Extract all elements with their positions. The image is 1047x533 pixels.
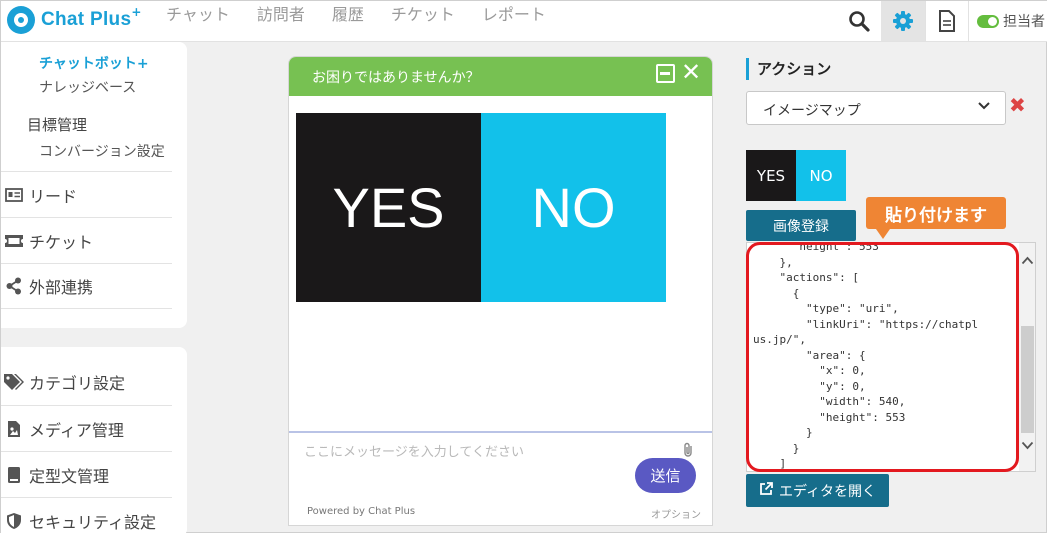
action-type-select[interactable]: イメージマップ — [746, 91, 1006, 125]
editor-scrollbar[interactable] — [1019, 243, 1035, 471]
chat-plus-logo-icon — [7, 6, 35, 34]
search-button[interactable] — [837, 1, 881, 41]
sidebar-item-label: 外部連携 — [29, 278, 94, 297]
imagemap-yes-area[interactable]: YES — [296, 113, 481, 302]
thumbnail-no: NO — [796, 150, 846, 201]
image-register-button[interactable]: 画像登録 — [746, 210, 856, 241]
sidebar-item-knowledge-base[interactable]: ナレッジベース — [39, 77, 136, 97]
scroll-thumb[interactable] — [1021, 326, 1034, 433]
json-editor[interactable]: "height": 553 }, "actions": [ { "type": … — [746, 242, 1036, 472]
widget-header: お困りではありませんか？ ✕ — [289, 57, 712, 96]
chevron-down-icon — [977, 97, 991, 116]
widget-title: お困りではありませんか？ — [312, 70, 480, 86]
lead-icon — [1, 187, 27, 202]
logo-plus: + — [131, 5, 142, 19]
image-thumbnail: YES NO — [746, 150, 846, 201]
option-link[interactable]: オプション — [651, 506, 701, 521]
nav-reports[interactable]: レポート — [482, 1, 546, 41]
chevron-down-icon[interactable] — [1021, 439, 1034, 453]
nav-visitors[interactable]: 訪問者 — [257, 1, 305, 41]
nav-chat[interactable]: チャット — [166, 1, 230, 41]
sidebar-item-label: セキュリティ設定 — [29, 512, 157, 532]
paste-callout: 貼り付けます — [866, 197, 1006, 239]
sidebar-item-security[interactable]: セキュリティ設定 — [1, 497, 172, 533]
book-icon — [1, 466, 27, 484]
select-value: イメージマップ — [763, 103, 861, 119]
sidebar-item-category-settings[interactable]: カテゴリ設定 — [1, 359, 172, 405]
minimize-icon[interactable] — [656, 64, 675, 83]
open-editor-label: エディタを開く — [778, 483, 877, 500]
shield-icon — [1, 512, 27, 530]
ticket-icon — [1, 234, 27, 248]
imagemap-message[interactable]: YES NO — [296, 113, 666, 302]
document-button[interactable] — [925, 1, 969, 41]
toggle-label: 担当者 — [1003, 14, 1045, 30]
editor-code[interactable]: "height": 553 }, "actions": [ { "type": … — [753, 243, 978, 471]
logo-text: Chat Plus — [41, 9, 132, 30]
logo[interactable]: Chat Plus + — [7, 5, 142, 34]
main-nav: チャット 訪問者 履歴 チケット レポート — [166, 1, 573, 41]
action-title: アクション — [746, 58, 831, 80]
sidebar-item-label: チケット — [29, 232, 94, 252]
send-button[interactable]: 送信 — [635, 458, 696, 493]
widget-messages: YES NO — [289, 96, 712, 430]
chevron-up-icon[interactable] — [1021, 254, 1034, 268]
nav-history[interactable]: 履歴 — [332, 1, 364, 41]
sidebar-item-label: 定型文管理 — [29, 466, 110, 486]
sidebar-item-chatbot-plus[interactable]: チャットボット+ — [39, 53, 149, 73]
gear-icon — [893, 11, 913, 31]
sidebar-item-media[interactable]: メディア管理 — [1, 405, 172, 451]
sidebar-card-top: チャットボット+ ナレッジベース 目標管理 コンバージョン設定 リード チケット… — [1, 42, 187, 328]
sidebar-group-goal: 目標管理 — [27, 116, 88, 134]
toggle-switch[interactable] — [977, 14, 999, 28]
message-input[interactable]: ここにメッセージを入力してください — [304, 441, 524, 460]
sidebar-item-templates[interactable]: 定型文管理 — [1, 451, 172, 497]
sidebar-item-leads[interactable]: リード — [1, 171, 172, 217]
thumbnail-yes: YES — [746, 150, 796, 201]
share-icon — [1, 277, 27, 295]
close-icon[interactable]: ✕ — [681, 58, 701, 86]
remove-action-icon[interactable]: ✖ — [1009, 93, 1026, 117]
sidebar-item-label: カテゴリ設定 — [29, 374, 126, 393]
sidebar-item-conversion[interactable]: コンバージョン設定 — [39, 141, 165, 161]
tag-icon — [1, 373, 27, 391]
search-icon — [849, 11, 870, 32]
external-link-icon — [759, 481, 773, 500]
sidebar-item-tickets[interactable]: チケット — [1, 217, 172, 263]
sidebar-card-bottom: カテゴリ設定 メディア管理 定型文管理 セキュリティ設定 — [1, 347, 187, 533]
widget-input-area: ここにメッセージを入力してください 送信 Powered by Chat Plu… — [289, 431, 712, 525]
media-icon — [1, 420, 27, 438]
settings-button[interactable] — [881, 1, 925, 41]
sidebar-item-label: メディア管理 — [29, 420, 124, 440]
top-bar: Chat Plus + チャット 訪問者 履歴 チケット レポート 担当者 — [1, 1, 1047, 42]
imagemap-no-area[interactable]: NO — [481, 113, 666, 302]
nav-tickets[interactable]: チケット — [391, 1, 455, 41]
chat-widget-preview: お困りではありませんか？ ✕ YES NO ここにメッセージを入力してください … — [288, 56, 713, 526]
staff-toggle[interactable]: 担当者 — [977, 1, 1047, 41]
sidebar-item-integrations[interactable]: 外部連携 — [1, 263, 172, 309]
powered-by: Powered by Chat Plus — [307, 506, 416, 517]
sidebar-item-label: リード — [29, 186, 78, 206]
open-editor-button[interactable]: エディタを開く — [746, 474, 889, 507]
document-icon — [939, 10, 955, 32]
